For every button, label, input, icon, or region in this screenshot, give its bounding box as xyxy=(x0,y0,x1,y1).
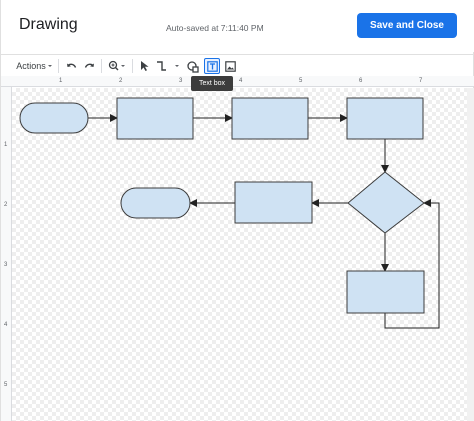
zoom-button[interactable] xyxy=(106,58,128,74)
caret-down-icon xyxy=(47,65,52,67)
shape-button[interactable] xyxy=(185,58,201,74)
end-terminator-shape[interactable] xyxy=(120,187,191,219)
dialog-header: Drawing Auto-saved at 7:11:40 PM Save an… xyxy=(1,0,474,52)
undo-button[interactable] xyxy=(63,58,79,74)
ruler-label: 3 xyxy=(179,78,183,84)
undo-icon xyxy=(66,63,76,68)
ruler-label: 2 xyxy=(4,202,8,208)
shape-icon xyxy=(187,60,199,73)
ruler-label: 1 xyxy=(4,142,8,148)
pointer-icon xyxy=(140,61,148,71)
toolbar-divider xyxy=(101,59,102,73)
drawing-dialog: Drawing Auto-saved at 7:11:40 PM Save an… xyxy=(0,0,474,421)
process-box-2[interactable] xyxy=(231,97,309,140)
redo-icon xyxy=(84,63,94,68)
zoom-icon xyxy=(108,60,125,71)
toolbar-divider xyxy=(58,59,59,73)
ruler-label: 1 xyxy=(59,78,63,84)
image-button[interactable] xyxy=(223,58,238,74)
process-box-3[interactable] xyxy=(346,97,424,140)
ruler-label: 4 xyxy=(239,78,243,84)
text-box-button[interactable] xyxy=(204,58,220,74)
ruler-label: 3 xyxy=(4,262,8,268)
ruler-label: 5 xyxy=(4,382,8,388)
line-icon xyxy=(157,61,179,71)
process-box-1[interactable] xyxy=(116,97,194,140)
text-box-tooltip: Text box xyxy=(191,76,233,91)
text-box-icon xyxy=(206,60,218,72)
save-and-close-button[interactable]: Save and Close xyxy=(357,13,457,38)
actions-label: Actions xyxy=(16,61,46,71)
autosave-status: Auto-saved at 7:11:40 PM xyxy=(166,23,264,33)
process-box-5[interactable] xyxy=(346,270,425,314)
redo-button[interactable] xyxy=(81,58,97,74)
actions-menu-button[interactable]: Actions xyxy=(15,58,55,74)
vertical-scrollbar[interactable] xyxy=(467,88,474,421)
vertical-ruler: 1 2 3 4 5 xyxy=(1,87,12,421)
select-button[interactable] xyxy=(137,58,151,74)
toolbar-divider xyxy=(132,59,133,73)
start-terminator-shape[interactable] xyxy=(19,102,89,134)
image-icon xyxy=(225,60,236,72)
ruler-label: 4 xyxy=(4,322,8,328)
line-button[interactable] xyxy=(154,58,182,74)
toolbar: Actions xyxy=(1,54,474,76)
dialog-title: Drawing xyxy=(19,16,78,33)
ruler-label: 2 xyxy=(119,78,123,84)
ruler-label: 5 xyxy=(299,78,303,84)
horizontal-ruler: 1 2 3 4 5 6 7 xyxy=(1,76,474,87)
process-box-4[interactable] xyxy=(234,181,313,224)
ruler-label: 7 xyxy=(419,78,423,84)
ruler-label: 6 xyxy=(359,78,363,84)
